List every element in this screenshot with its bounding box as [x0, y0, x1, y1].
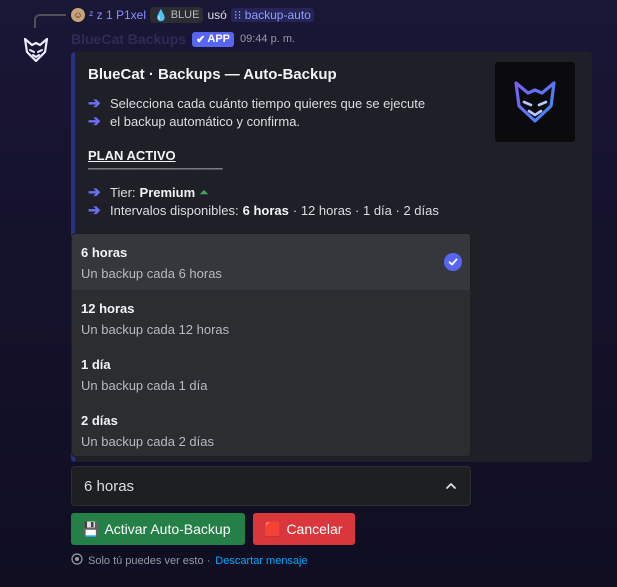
eye-icon [71, 553, 83, 568]
bottom-bar [0, 570, 617, 587]
arrow-right-icon: ➔ [88, 95, 101, 112]
cancel-button[interactable]: 🟥 Cancelar [253, 513, 355, 545]
cancel-button-label: Cancelar [286, 521, 343, 537]
dismiss-message-link[interactable]: Descartar mensaje [215, 555, 307, 567]
chevron-up-icon [444, 479, 458, 498]
arrow-right-icon: ➔ [88, 202, 101, 219]
user-tag-badge: 💧 BLUE [150, 7, 204, 23]
cat-logo-icon [23, 37, 49, 63]
bot-name[interactable]: BlueCat Backups [71, 31, 186, 47]
reply-username[interactable]: ᶻ z 1 P1xel [89, 8, 146, 22]
option-2-dias[interactable]: 2 días Un backup cada 2 días [72, 402, 470, 456]
command-mention[interactable]: ⁝⁝ backup-auto [230, 8, 314, 22]
option-description: Un backup cada 12 horas [81, 322, 230, 337]
used-text: usó [207, 8, 227, 22]
intervals-rest: · 12 horas · 1 día · 2 días [292, 202, 439, 218]
intervals-line: ➔ Intervalos disponibles: 6 horas · 12 h… [88, 201, 439, 219]
user-tag-label: BLUE [170, 9, 200, 21]
activate-button-label: Activar Auto-Backup [104, 521, 231, 537]
interval-select[interactable]: 6 horas [71, 466, 471, 506]
option-description: Un backup cada 6 horas [81, 266, 222, 281]
embed-title: BlueCat · Backups — Auto-Backup [88, 66, 337, 83]
message-timestamp: 09:44 p. m. [240, 33, 296, 45]
interval-dropdown-menu: 6 horas Un backup cada 6 horas 12 horas … [71, 233, 471, 457]
option-6-horas[interactable]: 6 horas Un backup cada 6 horas [72, 234, 470, 290]
app-badge: ✔ APP [192, 31, 234, 47]
floppy-disk-icon: 💾 [82, 520, 100, 537]
option-12-horas[interactable]: 12 horas Un backup cada 12 horas [72, 290, 470, 346]
description-text-2: el backup automático y confirma. [110, 113, 301, 129]
selected-check-icon [444, 253, 462, 271]
app-badge-label: APP [207, 33, 230, 45]
double-chevron-up-icon: ⏶ [199, 184, 209, 199]
option-1-dia[interactable]: 1 día Un backup cada 1 día [72, 346, 470, 402]
user-avatar-icon[interactable]: ☺ [71, 8, 85, 22]
embed-thumbnail[interactable] [495, 62, 575, 142]
red-square-icon: 🟥 [264, 520, 282, 537]
reply-context[interactable]: ☺ ᶻ z 1 P1xel 💧 BLUE usó ⁝⁝ backup-auto [71, 6, 314, 24]
bluecat-logo-icon [514, 81, 556, 123]
reply-connector [34, 14, 66, 28]
description-text-1: Selecciona cada cuánto tiempo quieres qu… [110, 95, 426, 111]
tier-line: ➔ Tier: Premium ⏶ [88, 183, 209, 201]
plan-separator: ─────────────────── [88, 164, 223, 175]
intervals-selected: 6 horas [242, 202, 289, 218]
verified-check-icon: ✔ [196, 33, 206, 46]
option-label: 2 días [81, 413, 118, 428]
ephemeral-footer: Solo tú puedes ver esto · Descartar mens… [71, 553, 308, 568]
option-label: 1 día [81, 357, 111, 372]
bot-avatar[interactable] [16, 30, 56, 70]
tier-label: Tier: [110, 184, 136, 200]
tier-value: Premium [139, 184, 196, 200]
intervals-label: Intervalos disponibles: [110, 202, 239, 218]
visibility-text: Solo tú puedes ver esto · [88, 554, 211, 567]
command-name: backup-auto [244, 8, 311, 22]
option-description: Un backup cada 2 días [81, 434, 214, 449]
tag-drop-icon: 💧 [154, 9, 168, 22]
arrow-right-icon: ➔ [88, 184, 101, 201]
description-line-1: ➔ Selecciona cada cuánto tiempo quieres … [88, 94, 425, 112]
arrow-right-icon: ➔ [88, 113, 101, 130]
select-value: 6 horas [84, 478, 135, 495]
message-header: BlueCat Backups ✔ APP 09:44 p. m. [71, 30, 295, 48]
plan-heading: PLAN ACTIVO [88, 148, 176, 163]
option-label: 6 horas [81, 245, 128, 260]
option-label: 12 horas [81, 301, 135, 316]
activate-auto-backup-button[interactable]: 💾 Activar Auto-Backup [71, 513, 245, 545]
description-line-2: ➔ el backup automático y confirma. [88, 112, 300, 130]
option-description: Un backup cada 1 día [81, 378, 208, 393]
